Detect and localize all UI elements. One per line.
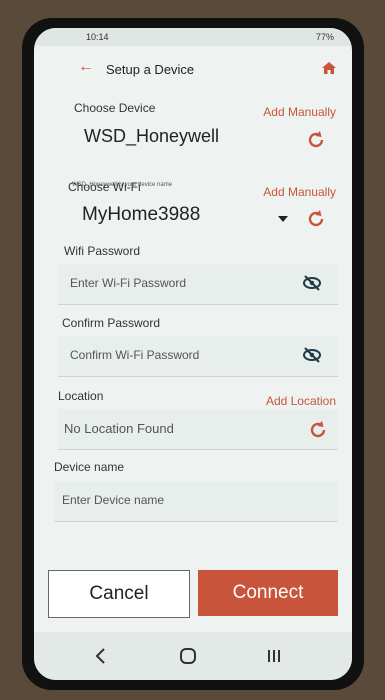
refresh-icon[interactable]	[308, 420, 328, 440]
wifi-value[interactable]: MyHome3988	[82, 204, 200, 226]
home-nav-icon[interactable]	[179, 647, 197, 665]
caret-down-icon[interactable]	[278, 216, 288, 222]
location-field[interactable]: No Location Found	[58, 409, 338, 450]
device-name-label: Device name	[54, 460, 125, 474]
status-time: 10:14	[86, 32, 109, 42]
location-label: Location	[58, 389, 104, 403]
refresh-icon[interactable]	[306, 209, 326, 229]
wifi-password-placeholder: Enter Wi-Fi Password	[70, 276, 187, 290]
home-icon[interactable]	[322, 62, 336, 74]
device-name-placeholder: Enter Device name	[62, 493, 165, 507]
confirm-password-placeholder: Confirm Wi-Fi Password	[70, 348, 200, 362]
app-screen: 10:14 77% ← Setup a Device Choose Device…	[34, 28, 352, 680]
page-title: Setup a Device	[106, 62, 195, 77]
confirm-password-field[interactable]: Confirm Wi-Fi Password	[58, 336, 338, 377]
wifi-password-label: Wifi Password	[64, 244, 141, 258]
back-arrow-icon[interactable]: ←	[78, 58, 94, 76]
connect-button[interactable]: Connect	[198, 570, 338, 616]
status-battery: 77%	[315, 32, 334, 42]
recents-nav-icon[interactable]	[266, 648, 282, 664]
back-nav-icon[interactable]	[94, 648, 106, 664]
refresh-icon[interactable]	[306, 130, 326, 150]
eye-off-icon[interactable]	[302, 274, 322, 292]
wifi-password-field[interactable]: Enter Wi-Fi Password	[58, 264, 338, 305]
confirm-password-label: Confirm Password	[62, 316, 161, 330]
add-location-link[interactable]: Add Location	[266, 394, 336, 408]
app-bar: ← Setup a Device	[34, 54, 352, 84]
cancel-button[interactable]: Cancel	[48, 570, 190, 618]
status-bar: 10:14 77%	[34, 28, 352, 46]
eye-off-icon[interactable]	[302, 346, 322, 364]
choose-wifi-label: Choose Wi-Fi	[68, 180, 141, 194]
device-name-field[interactable]: Enter Device name	[54, 481, 338, 522]
device-value[interactable]: WSD_Honeywell	[84, 126, 219, 147]
location-value: No Location Found	[64, 421, 174, 436]
wifi-add-manually-link[interactable]: Add Manually	[263, 185, 336, 199]
system-nav-bar	[34, 632, 352, 680]
device-add-manually-link[interactable]: Add Manually	[263, 105, 336, 119]
choose-device-label: Choose Device	[74, 101, 156, 115]
